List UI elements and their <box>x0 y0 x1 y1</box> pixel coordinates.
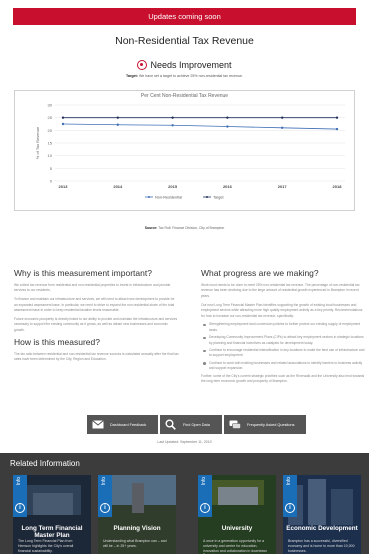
data-point <box>61 116 65 119</box>
progress-bullet: Continue to encourage residential intens… <box>201 348 366 359</box>
source-text: Tax Roll: Finance Division, City of Bram… <box>158 226 225 230</box>
faq-button[interactable]: Frequently Asked Questions <box>224 415 306 434</box>
dashboard-feedback-button[interactable]: Dashboard Feedback <box>87 415 158 434</box>
why-paragraph: To finance and maintain our infrastructu… <box>14 297 175 313</box>
legend-label: Non-Residential <box>155 195 182 199</box>
progress-paragraph: Our new Long Term Financial Master Plan … <box>201 302 363 318</box>
target-text: We have set a target to achieve 25% non-… <box>138 74 243 78</box>
source-label: Source: <box>144 226 158 230</box>
progress-bullet: Strengthening employment land conversion… <box>201 322 366 333</box>
why-heading: Why is this measurement important? <box>14 268 152 278</box>
info-icon: i <box>285 503 295 513</box>
card-title: Economic Development <box>286 525 358 532</box>
card-text: The Long Term Financial Plan from Hemson… <box>18 539 74 553</box>
data-point <box>61 122 65 126</box>
status-label: Needs Improvement <box>150 60 232 70</box>
target-label: Target: <box>126 74 138 78</box>
legend-marker <box>206 196 208 198</box>
status-indicator: Needs Improvement <box>0 60 369 70</box>
find-open-data-button[interactable]: Find Open Data <box>160 415 222 434</box>
target-icon <box>137 60 148 70</box>
y-tick-label: 5 <box>50 166 53 171</box>
y-tick-label: 25 <box>48 115 53 120</box>
last-updated: Last Updated: September 11, 2019 <box>0 440 369 444</box>
info-tab: Info i <box>283 475 297 517</box>
data-point <box>281 116 284 119</box>
progress-bullet: Developing Community Improvement Plans (… <box>201 335 366 346</box>
y-tick-label: 10 <box>48 153 53 158</box>
x-tick-label: 2015 <box>168 184 178 189</box>
info-icon: i <box>100 503 110 513</box>
card-text: A once in a generation opportunity for a… <box>203 539 268 554</box>
info-label: Info <box>16 477 22 486</box>
x-tick-label: 2013 <box>59 184 69 189</box>
tax-revenue-chart: Per Cent Non-Residential Tax Revenue 051… <box>14 90 355 211</box>
dashboard-feedback-label: Dashboard Feedback <box>110 422 147 427</box>
faq-label: Frequently Asked Questions <box>247 422 295 427</box>
info-icon: i <box>15 503 25 513</box>
data-point <box>116 123 120 126</box>
search-icon <box>164 418 177 431</box>
info-tab: Info i <box>13 475 27 517</box>
data-point <box>335 116 339 119</box>
page-title: Non-Residential Tax Revenue <box>115 35 254 47</box>
y-tick-label: 30 <box>48 103 53 108</box>
data-point <box>226 125 229 128</box>
envelope-icon <box>91 418 104 431</box>
related-title: Related Information <box>10 459 80 468</box>
info-label: Info <box>101 477 107 486</box>
how-paragraph: The tax ratio between residential and no… <box>14 351 179 362</box>
progress-bullets: Strengthening employment land conversion… <box>201 322 366 371</box>
legend-marker <box>148 196 150 198</box>
progress-paragraph: Work must needs to be done to meet 25% n… <box>201 283 360 298</box>
series-line <box>62 123 338 130</box>
how-heading: How is this measured? <box>14 336 100 347</box>
chat-icon <box>228 418 241 431</box>
data-point <box>226 116 229 119</box>
data-point <box>171 116 174 119</box>
card-title: University <box>221 525 253 532</box>
card-title: Planning Vision <box>113 525 161 532</box>
info-label: Info <box>286 477 292 486</box>
x-tick-label: 2018 <box>333 184 343 189</box>
related-card-economic-development[interactable]: Info i Economic Development Brampton has… <box>283 475 361 554</box>
progress-bullet: Continue to work with existing businesse… <box>201 361 366 372</box>
data-point <box>335 127 339 131</box>
why-paragraph: We collect tax revenue from residential … <box>14 283 171 293</box>
data-point <box>116 116 120 119</box>
info-label: Info <box>201 477 207 486</box>
right-column: What progress are we making? Work must n… <box>201 268 366 388</box>
info-icon: i <box>200 503 210 513</box>
y-tick-label: 15 <box>48 141 53 146</box>
find-open-data-label: Find Open Data <box>183 422 210 427</box>
target-statement: Target: We have set a target to achieve … <box>0 74 369 78</box>
chart-source: Source: Tax Roll: Finance Division, City… <box>0 226 369 230</box>
updates-banner: Updates coming soon <box>13 8 356 25</box>
progress-closing: Further, some of the City's current stra… <box>201 373 365 384</box>
related-card-planning-vision[interactable]: Info i Planning Vision Understanding wha… <box>98 475 176 554</box>
related-information-section: Related Information Info i Long Term Fin… <box>0 453 369 554</box>
data-point <box>281 126 284 129</box>
legend-label: Target <box>213 195 224 199</box>
x-tick-label: 2014 <box>113 184 123 189</box>
y-axis-label: % of Tax Revenue <box>35 126 40 159</box>
info-tab: Info i <box>198 475 212 517</box>
chart-canvas: 0 5 10 15 20 25 30 2013 2014 2015 2016 2017 2018 % of… <box>35 103 345 199</box>
info-tab: Info i <box>98 475 112 517</box>
progress-heading: What progress are we making? <box>201 268 319 278</box>
x-tick-label: 2017 <box>278 184 288 189</box>
left-column: Why is this measurement important? We co… <box>14 268 179 366</box>
card-text: Brampton has a successful, diversified e… <box>288 539 355 553</box>
last-updated-value: September 11, 2019 <box>180 440 212 444</box>
card-title: Long Term Financial Master Plan <box>21 525 83 539</box>
data-point <box>171 124 174 127</box>
why-paragraph: Future economic prosperity is directly l… <box>14 317 178 332</box>
related-card-university[interactable]: Info i University A once in a generation… <box>198 475 276 554</box>
y-tick-label: 20 <box>48 128 53 133</box>
card-text: Understanding what Brampton can – and wi… <box>103 539 167 548</box>
last-updated-label: Last Updated: <box>157 440 180 444</box>
y-tick-label: 0 <box>50 179 53 184</box>
x-tick-label: 2016 <box>223 184 233 189</box>
related-card-financial-plan[interactable]: Info i Long Term Financial Master Plan T… <box>13 475 91 554</box>
